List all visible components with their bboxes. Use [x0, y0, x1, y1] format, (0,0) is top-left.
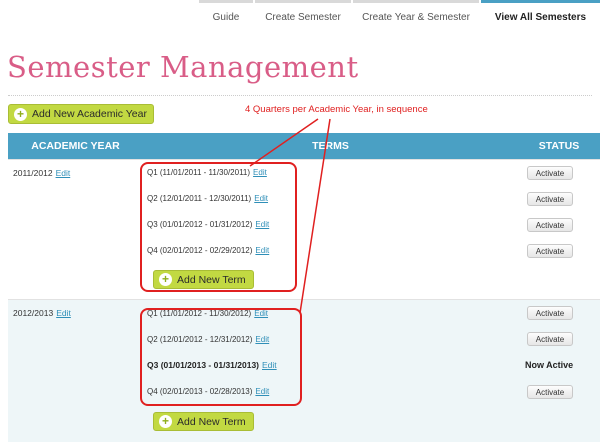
year-cell: 2011/2012 Edit — [8, 160, 143, 299]
table-row: 2011/2012 Edit Q1 (11/01/2011 - 11/30/201… — [8, 159, 600, 299]
add-academic-year-label: Add New Academic Year — [32, 108, 147, 120]
status-cell: Activate Activate Activate Activate — [518, 160, 600, 299]
tab-view-all-semesters[interactable]: View All Semesters — [481, 0, 600, 30]
title-divider — [8, 95, 592, 96]
edit-year-link[interactable]: Edit — [56, 308, 71, 318]
activate-button[interactable]: Activate — [527, 192, 573, 206]
add-term-label: Add New Term — [177, 415, 246, 428]
annotation-box — [140, 162, 297, 292]
academic-year-value: 2011/2012 — [13, 168, 53, 178]
activate-button[interactable]: Activate — [527, 166, 573, 180]
header-terms: TERMS — [312, 140, 349, 152]
activate-button[interactable]: Activate — [527, 306, 573, 320]
status-cell: Activate Activate Now Active Activate — [518, 300, 600, 442]
header-status: STATUS — [538, 140, 580, 152]
plus-icon: + — [159, 415, 172, 428]
add-term-button[interactable]: + Add New Term — [153, 412, 254, 431]
header-academic-year: ACADEMIC YEAR — [31, 140, 120, 152]
plus-icon: + — [14, 107, 27, 121]
activate-button[interactable]: Activate — [527, 244, 573, 258]
annotation-box — [140, 308, 302, 406]
activate-button[interactable]: Activate — [527, 218, 573, 232]
add-academic-year-button[interactable]: + Add New Academic Year — [8, 104, 154, 124]
table-row: 2012/2013 Edit Q1 (11/01/2012 - 11/30/201… — [8, 299, 600, 442]
now-active-status: Now Active — [525, 360, 574, 370]
tab-create-semester[interactable]: Create Semester — [255, 0, 351, 30]
tab-create-year-semester[interactable]: Create Year & Semester — [353, 0, 479, 30]
year-cell: 2012/2013 Edit — [8, 300, 143, 442]
tab-guide[interactable]: Guide — [199, 0, 253, 30]
annotation-text: 4 Quarters per Academic Year, in sequenc… — [245, 104, 428, 115]
table-header: ACADEMIC YEAR TERMS STATUS — [8, 133, 600, 159]
semester-table: ACADEMIC YEAR TERMS STATUS 2011/2012 Edit… — [8, 133, 600, 442]
activate-button[interactable]: Activate — [527, 332, 573, 346]
page-title: Semester Management — [7, 50, 359, 84]
activate-button[interactable]: Activate — [527, 385, 573, 399]
edit-year-link[interactable]: Edit — [56, 168, 71, 178]
top-nav: Guide Create Semester Create Year & Seme… — [199, 0, 600, 30]
academic-year-value: 2012/2013 — [13, 308, 54, 318]
